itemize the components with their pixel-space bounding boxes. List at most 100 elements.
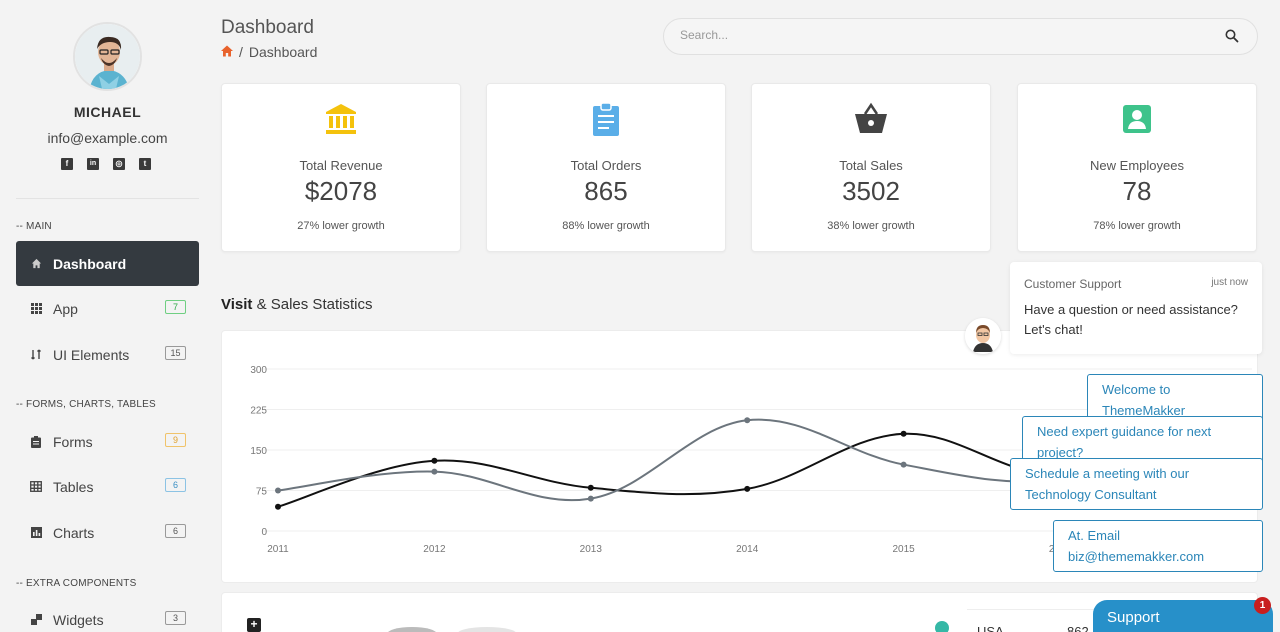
y-tick-label: 0 bbox=[261, 527, 267, 538]
sidebar-item-forms[interactable]: Forms 9 bbox=[16, 419, 199, 464]
stat-card-employees: New Employees 78 78% lower growth bbox=[1017, 83, 1257, 252]
support-chat-button[interactable]: Support bbox=[1093, 600, 1273, 632]
chat-message: Have a question or need assistance? Let'… bbox=[1024, 302, 1238, 337]
sidebar-item-label: Widgets bbox=[53, 611, 104, 628]
user-badge-icon bbox=[1123, 105, 1151, 133]
card-subtext: 27% lower growth bbox=[297, 220, 385, 232]
stat-card-orders: Total Orders 865 88% lower growth bbox=[486, 83, 726, 252]
search-bar bbox=[663, 18, 1258, 55]
support-agent-avatar bbox=[965, 318, 1001, 354]
user-name: MICHAEL bbox=[73, 104, 142, 120]
data-point bbox=[275, 503, 281, 510]
data-point bbox=[900, 430, 907, 437]
x-tick-label: 2012 bbox=[423, 544, 446, 555]
widgets-icon bbox=[30, 614, 42, 626]
sidebar-item-widgets[interactable]: Widgets 3 bbox=[16, 597, 199, 632]
card-subtext: 78% lower growth bbox=[1093, 220, 1181, 232]
breadcrumb-current[interactable]: Dashboard bbox=[249, 44, 318, 60]
chat-message-card: Customer Support just now Have a questio… bbox=[1010, 262, 1262, 354]
linkedin-icon[interactable]: in bbox=[87, 158, 99, 170]
section-label-extra: -- EXTRA COMPONENTS bbox=[16, 578, 137, 589]
badge: 15 bbox=[165, 346, 186, 360]
sidebar-divider bbox=[16, 198, 199, 199]
x-tick-label: 2015 bbox=[892, 544, 915, 555]
x-tick-label: 2011 bbox=[267, 544, 289, 555]
page-title: Dashboard bbox=[221, 17, 314, 38]
home-icon[interactable] bbox=[221, 44, 233, 60]
sidebar-item-label: App bbox=[53, 300, 78, 317]
data-point bbox=[744, 485, 751, 492]
data-point bbox=[275, 487, 281, 494]
legend-dot bbox=[935, 621, 949, 632]
card-subtext: 38% lower growth bbox=[827, 220, 915, 232]
chat-sender: Customer Support bbox=[1024, 277, 1122, 291]
sidebar-item-label: Dashboard bbox=[53, 255, 127, 272]
chart-title-bold: Visit bbox=[221, 296, 253, 313]
badge: 7 bbox=[165, 300, 186, 314]
section-label-forms: -- FORMS, CHARTS, TABLES bbox=[16, 399, 156, 410]
badge: 6 bbox=[165, 524, 186, 538]
x-tick-label: 2013 bbox=[580, 544, 603, 555]
section-label-main: -- MAIN bbox=[16, 221, 52, 232]
data-point bbox=[587, 495, 594, 502]
chart-title-rest: & Sales Statistics bbox=[252, 296, 373, 313]
notification-badge: 1 bbox=[1254, 597, 1271, 614]
sidebar-item-charts[interactable]: Charts 6 bbox=[16, 510, 199, 555]
sidebar-item-label: UI Elements bbox=[53, 346, 130, 363]
home-icon bbox=[30, 258, 42, 270]
basket-icon bbox=[855, 102, 887, 133]
y-tick-label: 225 bbox=[250, 406, 267, 417]
chat-option-email[interactable]: At. Email biz@thememakker.com bbox=[1053, 520, 1263, 572]
table-icon bbox=[30, 481, 42, 493]
search-icon[interactable] bbox=[1225, 29, 1239, 43]
map-region bbox=[457, 627, 517, 632]
sidebar-item-ui-elements[interactable]: UI Elements 15 bbox=[16, 332, 199, 377]
data-point bbox=[431, 468, 438, 475]
sidebar: MICHAEL info@example.com f in ◎ t -- MAI… bbox=[0, 0, 215, 632]
badge: 3 bbox=[165, 611, 186, 625]
country-name: USA bbox=[977, 624, 1004, 632]
x-tick-label: 2014 bbox=[736, 544, 759, 555]
grid-icon bbox=[30, 303, 42, 315]
stat-card-sales: Total Sales 3502 38% lower growth bbox=[751, 83, 991, 252]
search-input[interactable] bbox=[680, 28, 1200, 42]
country-value: 862 bbox=[1067, 624, 1089, 632]
bar-chart-icon bbox=[30, 527, 42, 539]
card-value: 3502 bbox=[842, 176, 900, 206]
sidebar-item-label: Charts bbox=[53, 524, 95, 541]
elements-icon bbox=[30, 349, 42, 361]
y-tick-label: 300 bbox=[250, 365, 267, 376]
user-avatar[interactable] bbox=[73, 22, 142, 91]
sidebar-item-app[interactable]: App 7 bbox=[16, 286, 199, 331]
breadcrumb-separator: / bbox=[239, 44, 243, 60]
stat-card-revenue: Total Revenue $2078 27% lower growth bbox=[221, 83, 461, 252]
data-point bbox=[587, 484, 594, 491]
sidebar-item-dashboard[interactable]: Dashboard bbox=[16, 241, 199, 286]
instagram-icon[interactable]: ◎ bbox=[113, 158, 125, 170]
twitter-icon[interactable]: t bbox=[139, 158, 151, 170]
chat-option-schedule[interactable]: Schedule a meeting with our Technology C… bbox=[1010, 458, 1263, 510]
user-email: info@example.com bbox=[47, 130, 168, 146]
facebook-icon[interactable]: f bbox=[61, 158, 73, 170]
clipboard-icon bbox=[593, 102, 619, 136]
card-label: Total Orders bbox=[570, 158, 642, 173]
bank-icon bbox=[326, 104, 356, 134]
social-links: f in ◎ t bbox=[61, 158, 151, 170]
y-tick-label: 150 bbox=[250, 446, 267, 457]
card-value: 865 bbox=[584, 176, 628, 206]
card-subtext: 88% lower growth bbox=[562, 220, 650, 232]
map-region bbox=[387, 627, 437, 632]
card-value: $2078 bbox=[304, 176, 378, 206]
breadcrumb: / Dashboard bbox=[221, 44, 317, 60]
card-label: Total Revenue bbox=[299, 158, 383, 173]
zoom-in-button[interactable]: + bbox=[247, 618, 261, 632]
clipboard-icon bbox=[30, 435, 42, 448]
sidebar-item-label: Tables bbox=[53, 478, 94, 495]
card-label: Total Sales bbox=[839, 158, 903, 173]
sidebar-item-tables[interactable]: Tables 6 bbox=[16, 464, 199, 509]
sidebar-item-label: Forms bbox=[53, 433, 93, 450]
data-point bbox=[431, 457, 438, 464]
y-tick-label: 75 bbox=[256, 487, 268, 498]
data-point bbox=[744, 417, 751, 424]
badge: 9 bbox=[165, 433, 186, 447]
